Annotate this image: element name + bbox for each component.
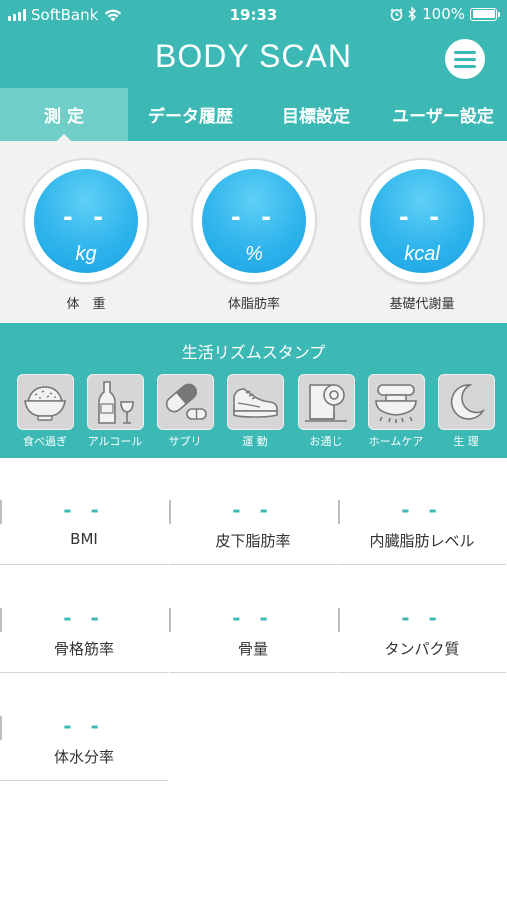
status-right: 100%: [390, 5, 500, 23]
body-fat-gauge: - - %: [191, 158, 317, 284]
alarm-icon: [390, 8, 403, 21]
measurement-panel: - - kg 体 重 - - % 体脂肪率 - - kcal 基礎代謝量: [0, 141, 507, 323]
stamp-label: ホームケア: [368, 435, 424, 448]
stamp-label: お通じ: [309, 435, 343, 448]
metric-value: - -: [401, 606, 443, 630]
body-fat-label: 体脂肪率: [227, 297, 280, 312]
stamp-label: 運 動: [242, 435, 268, 448]
life-rhythm-stamps: 生活リズムスタンプ 食べ過ぎ アルコール サプリ 運 動 お通じ ホームケア 生…: [0, 323, 507, 458]
capsule-icon: [165, 383, 207, 420]
metric-value: - -: [63, 606, 105, 630]
metric-label: タンパク質: [384, 640, 460, 658]
bluetooth-icon: [408, 7, 417, 21]
sneaker-icon: [233, 388, 278, 418]
metric-value: - -: [63, 498, 105, 522]
stamp-label: 食べ過ぎ: [23, 435, 67, 448]
stamp-label: サプリ: [168, 435, 202, 448]
app-header: SoftBank 19:33 100% BODY SCAN 測 定 データ履歴 …: [0, 0, 507, 141]
stamp-bowel[interactable]: お通じ: [296, 374, 356, 450]
metric-label: BMI: [70, 530, 98, 548]
crescent-moon-icon: [450, 384, 486, 420]
tab-bar: 測 定 データ履歴 目標設定 ユーザー設定: [0, 88, 507, 141]
metric-skeletal-muscle[interactable]: - - 骨格筋率: [0, 566, 168, 674]
metric-protein[interactable]: - - タンパク質: [338, 566, 506, 674]
body-fat-unit: %: [245, 243, 263, 265]
stamp-exercise[interactable]: 運 動: [225, 374, 285, 450]
metric-label: 体水分率: [53, 748, 114, 766]
metric-label: 皮下脂肪率: [215, 532, 291, 550]
metric-underline: [338, 564, 506, 565]
metric-label: 骨格筋率: [53, 640, 114, 658]
status-bar: SoftBank 19:33 100%: [0, 0, 507, 30]
stamp-menstruation[interactable]: 生 理: [436, 374, 496, 450]
weight-value: - -: [62, 203, 110, 231]
battery-percent: 100%: [422, 5, 465, 23]
stamp-supplement[interactable]: サプリ: [155, 374, 215, 450]
stamp-alcohol[interactable]: アルコール: [85, 374, 145, 450]
battery-level: [472, 10, 495, 18]
rice-bowl-icon: [24, 386, 66, 421]
tab-user-settings[interactable]: ユーザー設定: [379, 88, 507, 141]
stamp-label: アルコール: [87, 435, 143, 448]
metric-underline: [0, 672, 168, 673]
metric-value: - -: [63, 714, 105, 738]
battery-icon: [470, 7, 500, 21]
metric-underline: [0, 564, 168, 565]
metric-value: - -: [232, 606, 274, 630]
metric-visceral-fat[interactable]: - - 内臓脂肪レベル: [338, 458, 506, 566]
hamburger-menu-icon[interactable]: [445, 39, 485, 79]
weight-gauge: - - kg: [23, 158, 149, 284]
metric-bone-mass[interactable]: - - 骨量: [169, 566, 337, 674]
tab-goal-settings[interactable]: 目標設定: [253, 88, 379, 141]
stamps-title: 生活リズムスタンプ: [181, 343, 326, 362]
bmr-unit: kcal: [404, 243, 440, 265]
app-title: BODY SCAN: [155, 38, 352, 74]
metric-subcutaneous-fat[interactable]: - - 皮下脂肪率: [169, 458, 337, 566]
metric-underline: [0, 780, 168, 781]
metric-value: - -: [232, 498, 274, 522]
weight-unit: kg: [75, 243, 97, 265]
toilet-paper-icon: [305, 384, 347, 422]
metric-body-water[interactable]: - - 体水分率: [0, 674, 168, 782]
metric-underline: [169, 672, 337, 673]
bmr-value: - -: [398, 203, 446, 231]
body-fat-value: - -: [230, 203, 278, 231]
metric-underline: [338, 672, 506, 673]
massager-icon: [375, 384, 417, 423]
bmr-gauge: - - kcal: [359, 158, 485, 284]
stamp-label: 生 理: [453, 435, 479, 448]
metric-value: - -: [401, 498, 443, 522]
bmr-label: 基礎代謝量: [389, 297, 455, 312]
tab-data-history[interactable]: データ履歴: [128, 88, 253, 141]
stamp-overeating[interactable]: 食べ過ぎ: [15, 374, 75, 450]
weight-label: 体 重: [66, 297, 106, 312]
metric-label: 内臓脂肪レベル: [369, 532, 475, 550]
bottle-glass-icon: [98, 381, 134, 424]
metric-underline: [169, 564, 337, 565]
metric-bmi[interactable]: - - BMI: [0, 458, 168, 566]
tab-measure[interactable]: 測 定: [0, 88, 128, 141]
stamp-home-care[interactable]: ホームケア: [366, 374, 426, 450]
metric-label: 骨量: [237, 640, 268, 658]
